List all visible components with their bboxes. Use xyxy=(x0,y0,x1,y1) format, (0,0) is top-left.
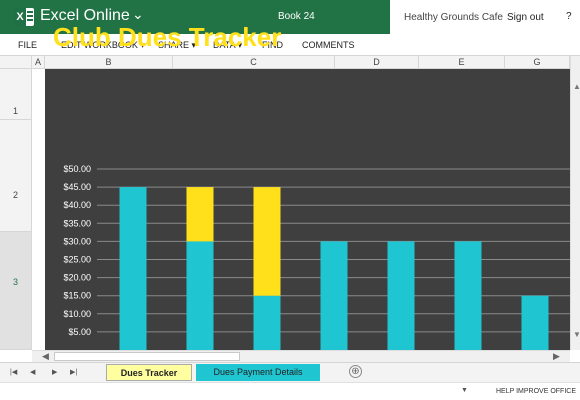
y-tick-label: $15.00 xyxy=(63,291,91,301)
y-tick-label: $5.00 xyxy=(68,327,91,337)
chevron-down-icon[interactable]: ⌄ xyxy=(132,6,144,23)
select-all-corner[interactable] xyxy=(0,56,32,69)
bar-segment-primary[interactable] xyxy=(454,241,482,350)
vertical-scrollbar[interactable]: ▲ ▼ xyxy=(570,56,580,350)
sheet-tab-bar: |◀ ◀ ▶ ▶| Dues Tracker Dues Payment Deta… xyxy=(0,362,580,382)
bar-segment-primary[interactable] xyxy=(387,241,415,350)
y-tick-label: $10.00 xyxy=(63,309,91,319)
help-button[interactable]: ? xyxy=(566,11,572,22)
row-header-2[interactable]: 2 xyxy=(0,120,32,232)
menu-file[interactable]: FILE xyxy=(18,40,37,50)
bar-segment-primary[interactable] xyxy=(253,295,281,350)
scroll-up-icon[interactable]: ▲ xyxy=(573,82,580,91)
tab-dues-tracker[interactable]: Dues Tracker xyxy=(106,364,192,381)
y-tick-label: $40.00 xyxy=(63,200,91,210)
column-header-c[interactable]: C xyxy=(173,56,335,69)
column-header-b[interactable]: B xyxy=(45,56,173,69)
y-tick-label: $45.00 xyxy=(63,182,91,192)
horizontal-scroll-thumb[interactable] xyxy=(54,352,240,361)
excel-logo-icon[interactable]: X xyxy=(14,8,34,26)
y-tick-label: $30.00 xyxy=(63,236,91,246)
bar-segment-secondary[interactable] xyxy=(186,187,214,242)
row-header-3[interactable]: 3 xyxy=(0,232,32,350)
add-sheet-icon[interactable]: ⊕ xyxy=(349,365,362,378)
y-tick-label: $25.00 xyxy=(63,255,91,265)
previous-sheet-icon[interactable]: ◀ xyxy=(30,368,35,376)
bar-segment-primary[interactable] xyxy=(119,187,147,350)
dues-bar-chart[interactable]: $5.00 $10.00 $15.00 $20.00 $25.00 $30.00 $35.0… xyxy=(45,69,570,350)
sign-out-link[interactable]: Sign out xyxy=(507,12,544,23)
y-tick-label: $35.00 xyxy=(63,218,91,228)
y-tick-label: $50.00 xyxy=(63,164,91,174)
column-header-a[interactable]: A xyxy=(32,56,45,69)
bar-segment-secondary[interactable] xyxy=(253,187,281,296)
horizontal-scrollbar[interactable]: ◀ ▶ xyxy=(32,350,570,362)
y-tick-label: $20.00 xyxy=(63,273,91,283)
next-sheet-icon[interactable]: ▶ xyxy=(52,368,57,376)
column-header-g[interactable]: G xyxy=(505,56,570,69)
first-sheet-icon[interactable]: |◀ xyxy=(10,368,17,376)
column-header-e[interactable]: E xyxy=(419,56,505,69)
scroll-right-icon[interactable]: ▶ xyxy=(553,351,560,362)
organization-name: Healthy Grounds Cafe xyxy=(404,12,503,23)
scroll-left-icon[interactable]: ◀ xyxy=(42,351,49,362)
chart-title: Club Dues Tracker xyxy=(53,22,282,52)
row-header-1[interactable]: 1 xyxy=(0,69,32,120)
workbook-name[interactable]: Book 24 xyxy=(278,11,315,22)
status-bar: ▼ HELP IMPROVE OFFICE xyxy=(0,382,580,400)
menu-comments[interactable]: COMMENTS xyxy=(302,40,355,50)
help-improve-office-link[interactable]: HELP IMPROVE OFFICE xyxy=(496,388,576,395)
column-header-d[interactable]: D xyxy=(335,56,419,69)
bar-segment-primary[interactable] xyxy=(521,295,549,350)
last-sheet-icon[interactable]: ▶| xyxy=(70,368,77,376)
scroll-down-icon[interactable]: ▼ xyxy=(573,330,580,339)
tab-dues-payment-details[interactable]: Dues Payment Details xyxy=(196,364,320,381)
status-dropdown-icon[interactable]: ▼ xyxy=(461,387,468,394)
bar-segment-primary[interactable] xyxy=(186,241,214,350)
bar-segment-primary[interactable] xyxy=(320,241,348,350)
